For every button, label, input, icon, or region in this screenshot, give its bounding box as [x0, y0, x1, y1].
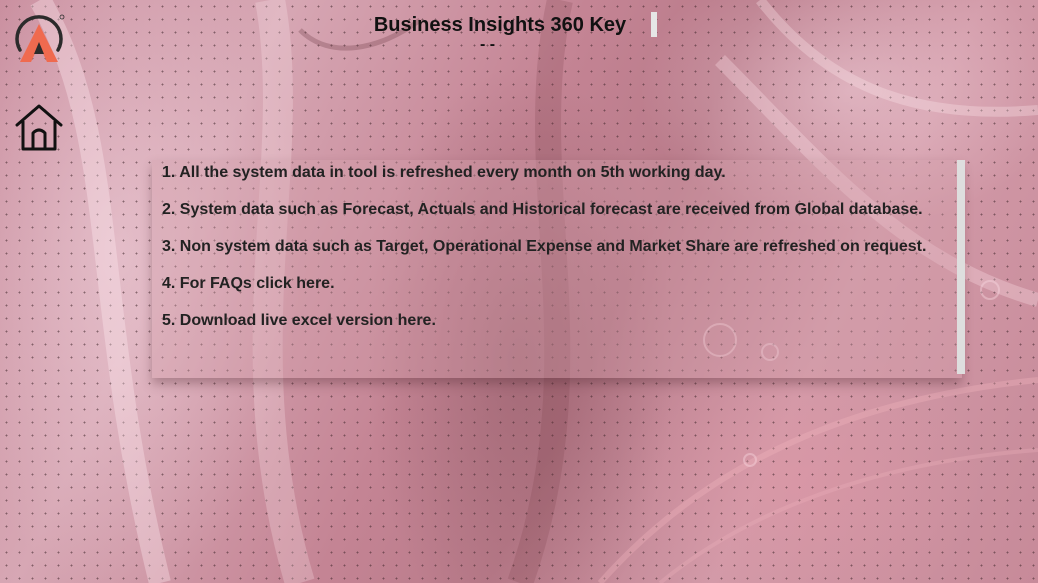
- page-title-overflow: - -: [480, 42, 510, 50]
- page-title: Business Insights 360 Key: [373, 14, 627, 36]
- note-non-system-data: 3. Non system data such as Target, Opera…: [162, 238, 927, 255]
- note-refresh-schedule: 1. All the system data in tool is refres…: [162, 164, 726, 181]
- note-system-data-source: 2. System data such as Forecast, Actuals…: [162, 201, 923, 218]
- download-excel-link[interactable]: 5. Download live excel version here.: [162, 310, 952, 332]
- notes-list: 1. All the system data in tool is refres…: [162, 160, 952, 332]
- notes-scrollbar[interactable]: [957, 160, 965, 374]
- title-scrollbar[interactable]: [651, 12, 657, 37]
- home-icon[interactable]: [13, 103, 65, 153]
- faq-link[interactable]: 4. For FAQs click here.: [162, 273, 952, 295]
